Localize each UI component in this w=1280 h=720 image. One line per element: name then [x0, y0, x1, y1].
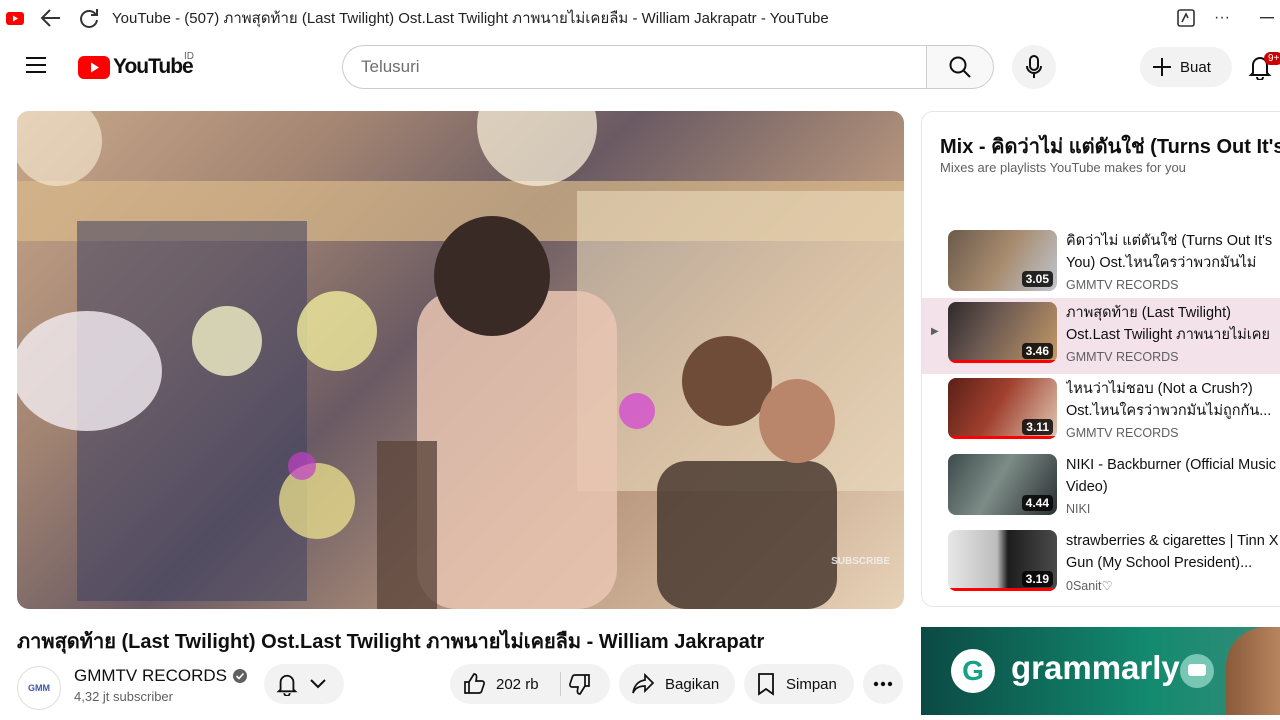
thumbs-up-icon: [464, 673, 485, 694]
ad-person-image: [1226, 627, 1280, 715]
playlist-item-channel: GMMTV RECORDS: [1066, 278, 1179, 292]
voice-search-button[interactable]: [1012, 45, 1056, 89]
youtube-favicon-icon: [6, 11, 24, 25]
ad-brand-name: grammarly: [1011, 649, 1180, 686]
notifications-button[interactable]: 9+: [1248, 52, 1280, 85]
masthead: YouTube ID Telusuri Buat 9+: [0, 40, 1280, 96]
now-playing-icon: ▶: [931, 326, 939, 337]
video-thumbnail: 3.11: [948, 378, 1057, 439]
minimize-icon[interactable]: [1260, 17, 1274, 19]
more-actions-button[interactable]: [863, 664, 903, 704]
save-label: Simpan: [786, 675, 837, 693]
watch-progress-bar: [948, 436, 1057, 439]
region-code: ID: [184, 51, 194, 62]
playlist-item-title: NIKI - Backburner (Official Music Video): [1066, 457, 1277, 495]
verified-check-icon: [233, 669, 247, 683]
playlist-subtitle: Mixes are playlists YouTube makes for yo…: [940, 160, 1186, 175]
playlist-item-channel: NIKI: [1066, 502, 1091, 516]
watch-progress-bar: [948, 360, 1057, 363]
bookmark-icon: [758, 673, 774, 696]
video-thumbnail: 3.05: [948, 230, 1057, 291]
like-count: 202 rb: [496, 675, 539, 693]
more-options-icon[interactable]: ···: [1214, 9, 1230, 27]
playlist-item-title: ไหนว่าไม่ชอบ (Not a Crush?) Ost.ไหนใครว่…: [1066, 381, 1272, 419]
playlist-item-channel: GMMTV RECORDS: [1066, 426, 1179, 440]
playlist-item-title: strawberries & cigarettes | Tinn X Gun (…: [1066, 533, 1279, 571]
channel-name-link[interactable]: GMMTV RECORDS: [74, 666, 248, 686]
mix-playlist-panel: Mix - คิดว่าไม่ แต่ดันใช่ (Turns Out It'…: [921, 111, 1280, 607]
playlist-title[interactable]: Mix - คิดว่าไม่ แต่ดันใช่ (Turns Out It'…: [940, 130, 1280, 162]
video-title: ภาพสุดท้าย (Last Twilight) Ost.Last Twil…: [17, 631, 765, 653]
video-frame: [17, 111, 904, 609]
grammarly-logo-icon: G: [951, 649, 995, 693]
duration-badge: 3.05: [1021, 271, 1053, 287]
more-horizontal-icon: [873, 681, 893, 687]
save-button[interactable]: Simpan: [744, 664, 854, 704]
playlist-item-title: ภาพสุดท้าย (Last Twilight) Ost.Last Twil…: [1066, 305, 1270, 343]
channel-name: GMMTV RECORDS: [74, 666, 227, 685]
playlist-item-current[interactable]: ▶ 3.46 ภาพสุดท้าย (Last Twilight) Ost.La…: [922, 298, 1280, 374]
like-dislike-divider: [560, 672, 561, 696]
share-button[interactable]: Bagikan: [619, 664, 735, 704]
grammarly-logo-letter: G: [962, 655, 984, 686]
playlist-item[interactable]: 3.19 strawberries & cigarettes | Tinn X …: [922, 526, 1280, 602]
playlist-item-channel: 0Sanit♡: [1066, 579, 1113, 593]
watch-progress-bar: [948, 588, 1057, 591]
youtube-play-icon: [78, 55, 110, 79]
chevron-down-icon: [310, 679, 326, 689]
bell-icon: [276, 674, 298, 696]
playlist-item-title: คิดว่าไม่ แต่ดันใช่ (Turns Out It's You)…: [1066, 233, 1273, 271]
guide-menu-icon[interactable]: [26, 56, 52, 78]
playlist-item[interactable]: 4.44 NIKI - Backburner (Official Music V…: [922, 450, 1280, 526]
duration-badge: 4.44: [1021, 495, 1053, 511]
create-label: Buat: [1180, 58, 1211, 76]
subscribe-watermark[interactable]: SUBSCRIBE: [831, 556, 890, 567]
playlist-item-channel: GMMTV RECORDS: [1066, 350, 1179, 364]
browser-tab-title: YouTube - (507) ภาพสุดท้าย (Last Twiligh…: [112, 10, 829, 27]
video-thumbnail: 3.19: [948, 530, 1057, 591]
video-owner-row: GMM GMMTV RECORDS 4,32 jt subscriber 202…: [17, 662, 907, 710]
channel-avatar[interactable]: GMM: [17, 666, 61, 710]
grammarly-ad-banner[interactable]: G grammarly: [921, 627, 1280, 715]
youtube-logo[interactable]: YouTube ID: [78, 51, 194, 79]
reader-mode-icon[interactable]: [1176, 8, 1198, 28]
microphone-icon: [1026, 55, 1042, 78]
video-thumbnail: 4.44: [948, 454, 1057, 515]
duration-badge: 3.11: [1022, 419, 1053, 435]
duration-badge: 3.46: [1021, 343, 1053, 359]
channel-avatar-text: GMM: [28, 683, 50, 693]
video-thumbnail: 3.46: [948, 302, 1057, 363]
reload-icon[interactable]: [78, 7, 100, 29]
subscribed-notifications-button[interactable]: [264, 664, 344, 704]
video-player[interactable]: SUBSCRIBE: [17, 111, 904, 609]
search-input[interactable]: Telusuri: [342, 45, 926, 89]
subscriber-count: 4,32 jt subscriber: [74, 689, 173, 704]
search-icon: [949, 56, 971, 78]
share-label: Bagikan: [665, 675, 720, 693]
search-placeholder: Telusuri: [361, 57, 420, 76]
youtube-wordmark: YouTube: [113, 55, 194, 78]
playlist-item[interactable]: 3.11 ไหนว่าไม่ชอบ (Not a Crush?) Ost.ไหน…: [922, 374, 1280, 450]
plus-icon: [1153, 58, 1171, 76]
search-button[interactable]: [926, 45, 994, 89]
browser-titlebar: YouTube - (507) ภาพสุดท้าย (Last Twiligh…: [0, 0, 1280, 36]
playlist-item[interactable]: 3.05 คิดว่าไม่ แต่ดันใช่ (Turns Out It's…: [922, 226, 1280, 302]
duration-badge: 3.19: [1021, 571, 1053, 587]
chat-bubble-icon: [1180, 654, 1214, 688]
create-button[interactable]: Buat: [1140, 47, 1232, 87]
like-button[interactable]: 202 rb: [450, 664, 610, 704]
notification-badge: 9+: [1264, 52, 1280, 65]
thumbs-down-icon[interactable]: [568, 672, 592, 696]
back-arrow-icon[interactable]: [40, 8, 62, 28]
share-icon: [632, 673, 655, 694]
